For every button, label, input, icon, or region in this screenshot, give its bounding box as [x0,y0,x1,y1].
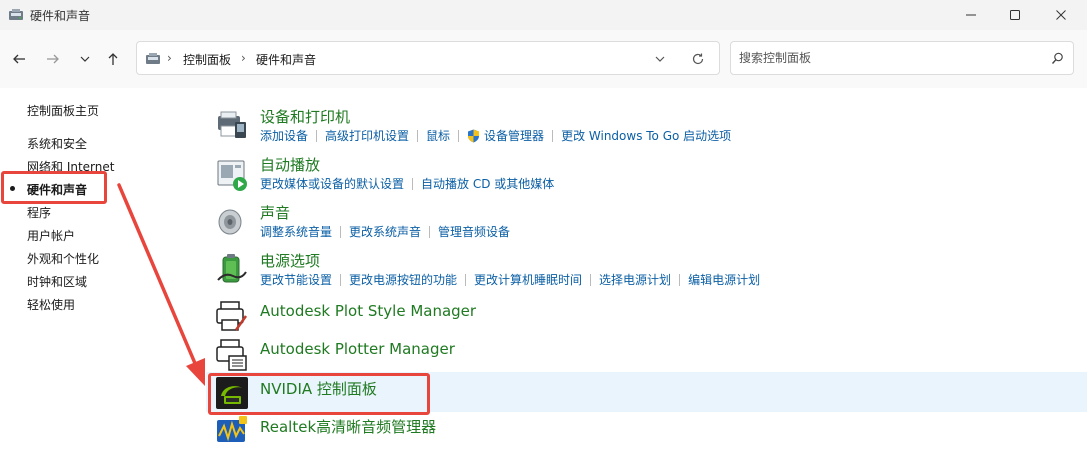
link-add-device[interactable]: 添加设备 [260,127,308,144]
forward-button[interactable] [42,48,64,70]
close-icon [1056,10,1066,20]
link-separator [412,177,414,190]
link-mouse[interactable]: 鼠标 [426,127,450,144]
control-panel-icon [9,9,23,20]
category-title-autodesk-plotter[interactable]: Autodesk Plotter Manager [260,340,455,358]
breadcrumb-separator[interactable]: › [167,51,172,65]
nvidia-icon [216,377,248,409]
category-list: 设备和打印机 添加设备 高级打印机设置 鼠标 设备管理器 更改 Windows … [200,88,1087,475]
minimize-icon [966,14,976,16]
chevron-down-icon[interactable] [653,52,667,66]
category-title-realtek-audio[interactable]: Realtek高清晰音频管理器 [260,416,436,437]
category-title-autodesk-plot-style[interactable]: Autodesk Plot Style Manager [260,302,476,320]
current-item-bullet [10,186,15,191]
link-manage-audio-devices[interactable]: 管理音频设备 [438,223,510,240]
link-separator [590,273,592,286]
category-links-autoplay: 更改媒体或设备的默认设置 自动播放 CD 或其他媒体 [260,175,554,192]
link-change-system-sounds[interactable]: 更改系统声音 [349,223,421,240]
breadcrumb-control-panel[interactable]: 控制面板 [183,51,231,68]
uac-shield-icon [468,129,480,142]
link-separator [465,273,467,286]
close-button[interactable] [1038,0,1084,30]
sidebar-item-appearance[interactable]: 外观和个性化 [27,250,99,267]
sidebar-item-network[interactable]: 网络和 Internet [27,158,114,175]
category-title-power-options[interactable]: 电源选项 [260,250,320,271]
link-device-manager[interactable]: 设备管理器 [484,127,544,144]
navigation-bar: › 控制面板 › 硬件和声音 [0,30,1087,88]
breadcrumb-hardware-sound[interactable]: 硬件和声音 [256,51,316,68]
printer-devices-icon [218,111,246,138]
battery-icon [217,254,247,283]
breadcrumb-separator[interactable]: › [241,51,246,65]
speaker-icon [218,209,242,235]
link-advanced-printer-settings[interactable]: 高级打印机设置 [325,127,409,144]
minimize-button[interactable] [948,0,994,30]
link-choose-power-plan[interactable]: 选择电源计划 [599,271,671,288]
control-panel-icon [146,53,160,64]
arrow-left-icon [13,54,25,64]
link-autoplay-cd[interactable]: 自动播放 CD 或其他媒体 [421,175,554,192]
sidebar-item-home[interactable]: 控制面板主页 [27,102,99,119]
link-separator [417,129,419,142]
sidebar-item-ease-of-access[interactable]: 轻松使用 [27,296,75,313]
category-title-autoplay[interactable]: 自动播放 [260,154,320,175]
plot-style-icon [216,301,248,331]
sidebar-item-system-security[interactable]: 系统和安全 [27,135,87,152]
maximize-button[interactable] [992,0,1038,30]
sidebar-item-user-accounts[interactable]: 用户帐户 [27,227,75,244]
chevron-down-icon [80,56,90,62]
back-button[interactable] [8,48,30,70]
recent-locations-button[interactable] [74,48,96,70]
sidebar-item-clock-region[interactable]: 时钟和区域 [27,273,87,290]
category-title-devices-printers[interactable]: 设备和打印机 [260,106,350,127]
maximize-icon [1010,10,1020,20]
category-links-devices-printers: 添加设备 高级打印机设置 鼠标 设备管理器 更改 Windows To Go 启… [260,127,731,144]
link-separator [340,273,342,286]
link-power-button-function[interactable]: 更改电源按钮的功能 [349,271,457,288]
address-bar[interactable]: › 控制面板 › 硬件和声音 [136,41,720,75]
plotter-icon [216,339,247,371]
link-separator [429,225,431,238]
sidebar-item-hardware-sound[interactable]: 硬件和声音 [27,181,87,198]
search-input[interactable] [739,49,1039,67]
arrow-up-icon [108,53,118,65]
sidebar: 控制面板主页 系统和安全 网络和 Internet 硬件和声音 程序 用户帐户 … [0,88,200,475]
window-title: 硬件和声音 [30,9,91,23]
link-change-power-saving[interactable]: 更改节能设置 [260,271,332,288]
search-box[interactable] [730,41,1074,75]
category-links-sound: 调整系统音量 更改系统声音 管理音频设备 [260,223,510,240]
link-edit-power-plan[interactable]: 编辑电源计划 [688,271,760,288]
autoplay-icon [217,160,247,191]
realtek-icon [217,416,247,442]
category-title-sound[interactable]: 声音 [260,202,290,223]
title-bar: 硬件和声音 [0,0,1087,30]
link-adjust-volume[interactable]: 调整系统音量 [260,223,332,240]
link-separator [679,273,681,286]
category-links-power-options: 更改节能设置 更改电源按钮的功能 更改计算机睡眠时间 选择电源计划 编辑电源计划 [260,271,760,288]
link-change-media-defaults[interactable]: 更改媒体或设备的默认设置 [260,175,404,192]
arrow-right-icon [47,54,59,64]
link-separator [458,129,460,142]
link-separator [552,129,554,142]
link-windows-to-go[interactable]: 更改 Windows To Go 启动选项 [561,127,731,144]
link-separator [340,225,342,238]
sidebar-item-programs[interactable]: 程序 [27,204,51,221]
link-separator [316,129,318,142]
refresh-icon[interactable] [691,52,705,66]
up-button[interactable] [102,48,124,70]
search-icon[interactable] [1051,52,1064,65]
link-sleep-time[interactable]: 更改计算机睡眠时间 [474,271,582,288]
category-title-nvidia-control-panel[interactable]: NVIDIA 控制面板 [260,378,377,399]
